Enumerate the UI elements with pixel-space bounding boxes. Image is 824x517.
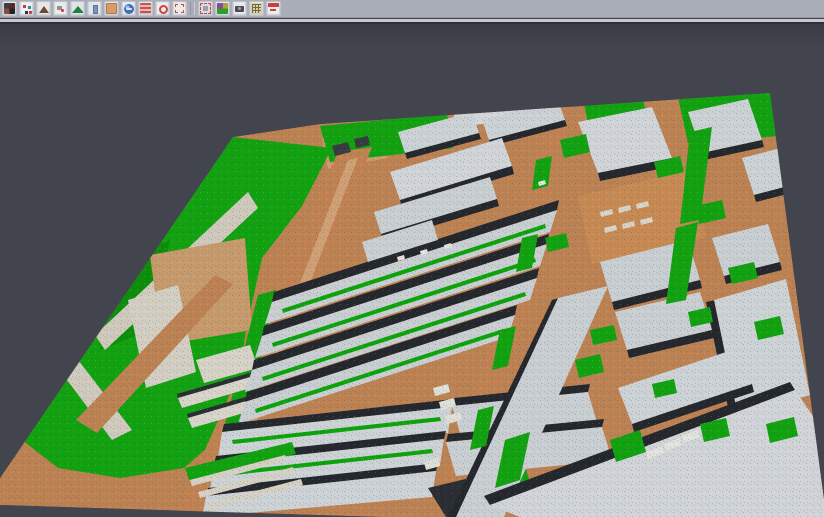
terrain-button[interactable]	[70, 1, 85, 16]
tie-points-icon	[21, 3, 32, 14]
toolbar-separator	[190, 2, 195, 15]
layers-button[interactable]	[138, 1, 153, 16]
terrain-icon	[72, 3, 83, 14]
layers-icon	[140, 3, 151, 14]
toolbar	[0, 0, 824, 18]
crop-icon	[200, 3, 211, 14]
dem-button[interactable]	[36, 1, 51, 16]
ortho-button[interactable]	[104, 1, 119, 16]
mosaic-button[interactable]	[2, 1, 17, 16]
column-button[interactable]	[87, 1, 102, 16]
table-button[interactable]	[249, 1, 264, 16]
scene	[0, 0, 824, 517]
classes-icon	[217, 3, 228, 14]
crop-button[interactable]	[198, 1, 213, 16]
table-icon	[251, 3, 262, 14]
dem-icon	[38, 3, 49, 14]
column-icon	[89, 3, 100, 14]
mosaic-icon	[4, 3, 15, 14]
ortho-icon	[106, 3, 117, 14]
gear-button[interactable]	[155, 1, 170, 16]
tie-points-button[interactable]	[19, 1, 34, 16]
marker-icon	[55, 3, 66, 14]
pointcloud-speckle	[0, 93, 824, 517]
globe-button[interactable]	[121, 1, 136, 16]
toolbar-border-strip	[0, 22, 824, 24]
globe-icon	[123, 3, 134, 14]
screenshot-root: { "window": { "background": "#42454e", "…	[0, 0, 824, 517]
gear-icon	[157, 3, 168, 14]
flag-button[interactable]	[266, 1, 281, 16]
flag-icon	[268, 3, 279, 14]
camera-icon	[234, 3, 245, 14]
select-icon	[174, 3, 185, 14]
classes-button[interactable]	[215, 1, 230, 16]
camera-button[interactable]	[232, 1, 247, 16]
application-window	[0, 0, 824, 517]
select-button[interactable]	[172, 1, 187, 16]
marker-button[interactable]	[53, 1, 68, 16]
